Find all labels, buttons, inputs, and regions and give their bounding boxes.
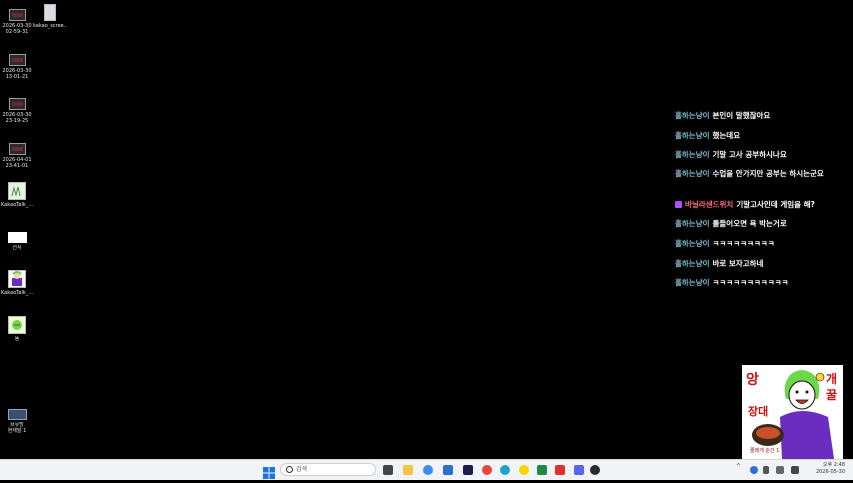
sticker-caption: 줄래개 순간 1 — [750, 448, 780, 454]
sticker-text-middle: 장대 — [748, 405, 769, 418]
chat-username: 홀하는냥이 — [675, 278, 710, 287]
desktop-icon-label: 브유방 현재말 1 — [7, 422, 27, 434]
desktop-icon-label: 2026-03-30 13-01-21 — [2, 68, 32, 80]
network-icon[interactable] — [750, 466, 758, 474]
tray-overflow-chevron[interactable]: ^ — [736, 463, 741, 470]
desktop-icon-label: 2026-03-30 02-59-31 — [2, 23, 32, 35]
chat-text: 바로 보자고하네 — [712, 259, 764, 268]
chrome-icon[interactable] — [482, 465, 492, 475]
wifi-icon[interactable] — [791, 466, 799, 474]
edge-icon[interactable] — [500, 465, 510, 475]
desktop-icon-label: KakaoTalk_... — [0, 290, 34, 296]
excel-icon[interactable] — [537, 465, 547, 475]
chat-message: 홀하는냥이 ㅋㅋㅋㅋㅋㅋㅋㅋㅋ — [675, 238, 845, 249]
search-icon — [286, 466, 293, 473]
chat-text: ㅋㅋㅋㅋㅋㅋㅋㅋㅋ — [712, 239, 775, 248]
image-file-icon — [7, 232, 27, 243]
sticker-text-left: 앙 — [746, 372, 759, 388]
desktop-icon-image[interactable]: KakaoTalk_... — [0, 182, 34, 208]
video-file-icon — [8, 98, 26, 110]
sticker-image: 앙 장대 개꿀 줄래개 순간 1 — [742, 365, 843, 459]
video-file-icon — [8, 143, 26, 155]
discord-icon[interactable] — [574, 465, 584, 475]
chat-username: 홀하는냥이 — [675, 150, 710, 159]
chat-text: 롤들어오면 욕 박는거로 — [712, 219, 787, 228]
chat-message: 홀하는냥이 ㅋㅋㅋㅋㅋㅋㅋㅋㅋㅋㅋ — [675, 277, 845, 288]
file-explorer-icon[interactable] — [403, 465, 413, 475]
kakaotalk-icon[interactable] — [519, 465, 529, 475]
chat-text: 했는데요 — [712, 131, 741, 140]
search-placeholder: 검색 — [296, 466, 308, 473]
photos-icon[interactable] — [443, 465, 453, 475]
image-file-icon — [8, 316, 26, 334]
chat-username: 홀하는냥이 — [675, 239, 710, 248]
chat-text: ㅋㅋㅋㅋㅋㅋㅋㅋㅋㅋㅋ — [712, 278, 789, 287]
desktop-icon-image[interactable]: 똥 — [0, 316, 34, 342]
desktop-icon-video[interactable]: 2026-04-01 23-41-01 — [0, 143, 34, 169]
chat-message: 홀하는냥이 수업을 안가지만 공부는 하시는군요 — [675, 168, 845, 179]
chat-username: 바닐라샌드위치 — [685, 200, 734, 209]
desktop-icon-video[interactable]: 2026-03-30 13-01-21 — [0, 54, 34, 80]
start-button[interactable] — [263, 464, 275, 479]
clock-time: 오후 2:48 — [822, 462, 845, 468]
taskbar-search-box[interactable]: 검색 — [280, 463, 376, 476]
chat-text: 본인이 말했잖아요 — [712, 111, 771, 120]
image-file-icon — [8, 182, 26, 200]
snipping-tool-icon[interactable] — [423, 465, 433, 475]
desktop-icon-label: 선서 — [12, 245, 22, 251]
chat-username: 홀하는냥이 — [675, 219, 710, 228]
video-file-icon — [8, 54, 26, 66]
desktop-icon-image[interactable]: 선서 — [0, 232, 34, 251]
obs-icon[interactable] — [590, 465, 600, 475]
desktop: 2026-03-30 02-59-31 kakao_scree... 2026-… — [0, 0, 853, 459]
video-file-icon — [8, 9, 26, 21]
desktop-icon-video[interactable]: 2026-03-30 02-59-31 — [0, 9, 34, 35]
desktop-icon-video[interactable]: 2026-03-30 23-19-25 — [0, 98, 34, 124]
chat-username: 홀하는냥이 — [675, 111, 710, 120]
taskbar: 검색 ^ 오후 2:48 2026-05-30 — [0, 459, 853, 480]
chat-message: 홀하는냥이 기말 고사 공부하시나요 — [675, 149, 845, 160]
video-file-icon — [7, 409, 27, 420]
chat-message: 홀하는냥이 롤들어오면 욕 박는거로 — [675, 218, 845, 229]
chat-message: 홀하는냥이 본인이 말했잖아요 — [675, 110, 845, 121]
sticker-text-right: 개꿀 — [826, 372, 838, 402]
desktop-icon-video[interactable]: 브유방 현재말 1 — [0, 409, 34, 434]
task-view-icon[interactable] — [383, 465, 393, 475]
app-icon-red[interactable] — [555, 465, 565, 475]
desktop-icon-label: KakaoTalk_... — [0, 202, 34, 208]
desktop-icon-label: 똥 — [14, 336, 20, 342]
chat-text: 수업을 안가지만 공부는 하시는군요 — [712, 169, 824, 178]
taskbar-clock[interactable]: 오후 2:48 2026-05-30 — [816, 462, 845, 476]
desktop-icon-label: 2026-04-01 23-41-01 — [2, 157, 32, 169]
chat-message: 홀하는냥이 바로 보자고하네 — [675, 258, 845, 269]
speaker-icon[interactable] — [776, 466, 784, 474]
chat-username: 홀하는냥이 — [675, 259, 710, 268]
microphone-icon[interactable] — [763, 466, 769, 474]
clock-date: 2026-05-30 — [815, 469, 845, 475]
chat-text: 기말고사인데 게임을 해? — [736, 200, 815, 209]
subscriber-badge-icon — [675, 201, 682, 208]
chat-message: 홀하는냥이 했는데요 — [675, 130, 845, 141]
image-file-icon — [8, 270, 26, 288]
chat-username: 홀하는냥이 — [675, 169, 710, 178]
chat-text: 기말 고사 공부하시나요 — [712, 150, 787, 159]
chat-message: 바닐라샌드위치 기말고사인데 게임을 해? — [675, 199, 845, 210]
desktop-icon-label: 2026-03-30 23-19-25 — [2, 112, 32, 124]
chat-username: 홀하는냥이 — [675, 131, 710, 140]
desktop-icon-label: kakao_scree... — [33, 23, 67, 29]
windows-icon — [263, 467, 275, 479]
premiere-pro-icon[interactable] — [463, 465, 473, 475]
image-file-icon — [44, 4, 56, 21]
desktop-icon-image[interactable]: kakao_scree... — [33, 4, 67, 29]
desktop-icon-image[interactable]: KakaoTalk_... — [0, 270, 34, 296]
